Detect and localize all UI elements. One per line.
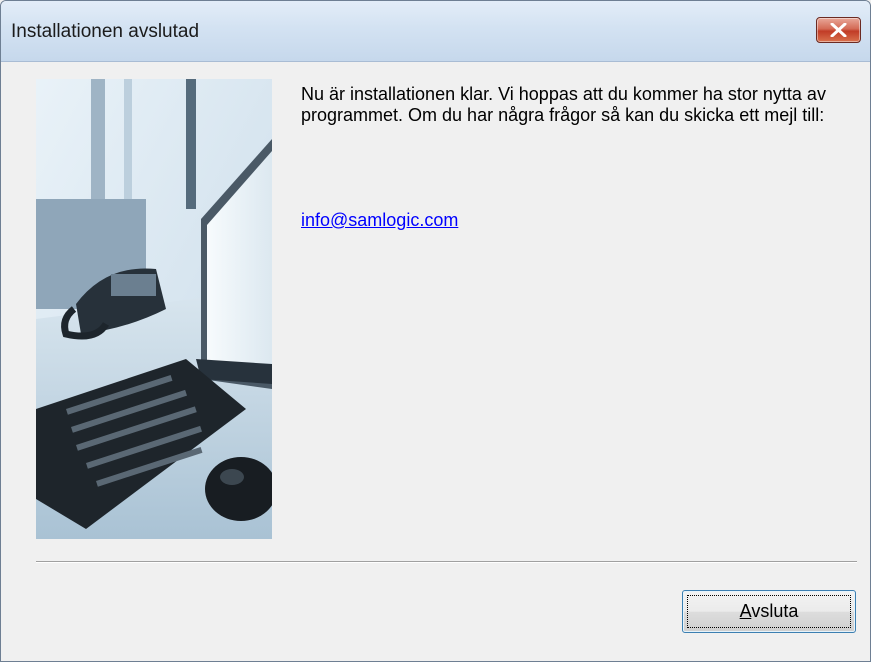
title-bar[interactable]: Installationen avslutad (1, 1, 870, 62)
window-title: Installationen avslutad (11, 21, 200, 42)
dialog-content: Nu är installationen klar. Vi hoppas att… (1, 62, 870, 661)
finish-button-mnemonic: A (739, 601, 752, 621)
email-link[interactable]: info@samlogic.com (301, 210, 458, 231)
completion-message: Nu är installationen klar. Vi hoppas att… (301, 84, 826, 125)
close-button[interactable] (816, 17, 861, 43)
close-icon (830, 23, 847, 37)
office-desk-image (36, 79, 272, 539)
finish-button-label-rest: vsluta (751, 601, 799, 621)
finish-button-label: Avsluta (740, 601, 799, 621)
finish-button[interactable]: Avsluta (682, 590, 856, 633)
footer-divider (36, 561, 857, 563)
installer-dialog: Installationen avslutad Nu är installati… (0, 0, 871, 662)
